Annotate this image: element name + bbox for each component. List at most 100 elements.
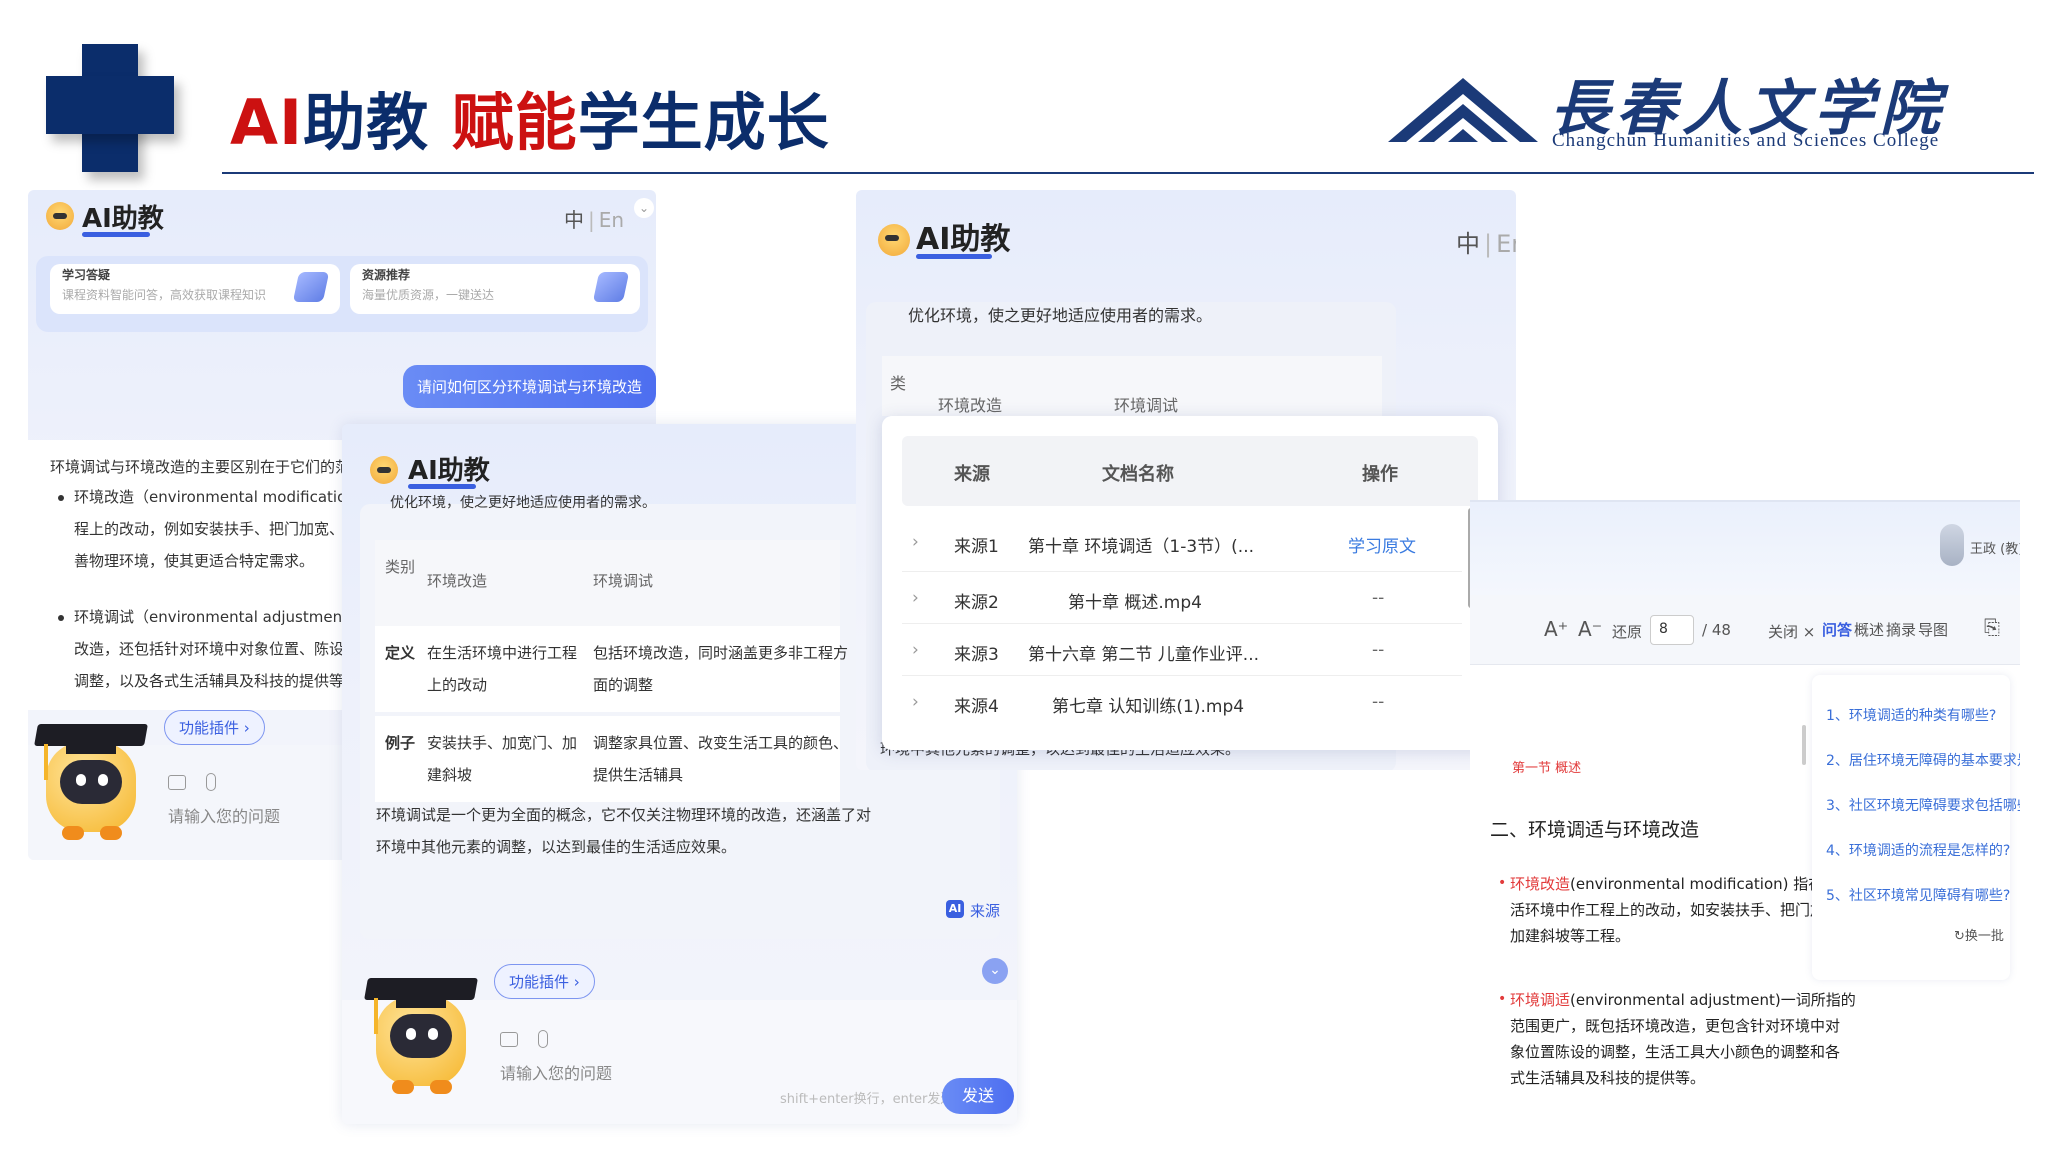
reader-toolbar: A⁺ A⁻ 还原 8 / 48 关闭 × 问答 概述 摘录 导图 ⎘ xyxy=(1470,595,2020,665)
table-row: 定义 在生活环境中进行工程 上的改动 包括环境改造，同时涵盖更多非工程方 面的调… xyxy=(375,626,848,712)
doc-line: 环境调适(environmental adjustment)一词所指的 xyxy=(1510,989,1856,1010)
page-scrollbar[interactable] xyxy=(1802,725,1806,765)
plugin-button[interactable]: 功能插件 › xyxy=(164,710,265,745)
document-page: 第一节 概述 二、环境调适与环境改造 • 环境改造(environmental … xyxy=(1470,665,1856,1125)
lang-zh[interactable]: 中 xyxy=(564,208,584,232)
doc-line: 环境改造(environmental modification) 指在生 xyxy=(1510,873,1838,894)
table-row-label: 定义 xyxy=(385,644,416,662)
table-header-row: 类别 环境改造 环境调试 xyxy=(375,540,840,626)
table-row[interactable]: › 来源2 第十章 概述.mp4 -- xyxy=(902,572,1462,624)
table-row: 例子 安装扶手、加宽门、加 建斜坡 调整家具位置、改变生活工具的颜色、 提供生活… xyxy=(375,716,848,802)
feature-card-title: 学习答疑 xyxy=(62,268,111,282)
study-original-link[interactable]: 学习原文 xyxy=(1348,532,1416,557)
tab-mindmap[interactable]: 导图 xyxy=(1918,619,1948,640)
feature-card-qa[interactable]: 学习答疑 课程资料智能问答，高效获取课程知识 xyxy=(50,264,340,314)
clipboard-icon[interactable]: ⎘ xyxy=(1984,615,2000,639)
table-row[interactable]: › 来源4 第七章 认知训练(1).mp4 -- xyxy=(902,676,1462,728)
books-icon xyxy=(592,272,630,302)
doc-line: 式生活辅具及科技的提供等。 xyxy=(1510,1069,1706,1087)
plugin-button[interactable]: 功能插件 › xyxy=(494,964,595,999)
source-cell: 来源3 xyxy=(954,645,999,665)
doc-term: 环境调适 xyxy=(1510,991,1571,1009)
tab-excerpt[interactable]: 摘录 xyxy=(1886,619,1916,640)
source-icon[interactable]: AI xyxy=(946,900,964,918)
input-placeholder[interactable]: 请输入您的问题 xyxy=(500,1060,612,1084)
close-button[interactable]: 关闭 × xyxy=(1768,621,1815,642)
mic-icon[interactable] xyxy=(206,773,216,791)
table-header-cell: 环境调试 xyxy=(593,572,654,590)
table-row-label: 例子 xyxy=(385,734,416,752)
user-name: 王政 (教) xyxy=(1970,542,2020,557)
lang-zh[interactable]: 中 xyxy=(1456,230,1480,258)
table-cell: 上的改动 xyxy=(427,676,488,694)
tab-qa[interactable]: 问答 xyxy=(1822,619,1852,640)
doc-section-label: 第一节 概述 xyxy=(1512,761,1582,776)
sources-table-header: 来源 文档名称 操作 xyxy=(902,436,1478,506)
document-name-cell: 第十章 概述.mp4 xyxy=(1068,593,1202,613)
image-icon[interactable] xyxy=(500,1032,518,1047)
scroll-down-icon[interactable]: ⌄ xyxy=(982,958,1008,984)
language-switch[interactable]: 中|En xyxy=(564,204,624,233)
lang-en[interactable]: En xyxy=(599,208,624,232)
language-switch[interactable]: 中|En xyxy=(1456,224,1516,259)
mascot-icon xyxy=(370,456,398,484)
table-row[interactable]: › 来源1 第十章 环境调适（1-3节）(... 学习原文 xyxy=(902,516,1462,572)
suggested-question[interactable]: 2、居住环境无障碍的基本要求是什么? xyxy=(1826,750,2020,770)
doc-term: 环境改造 xyxy=(1510,875,1571,893)
font-decrease-icon[interactable]: A⁻ xyxy=(1578,617,1602,641)
bullet: • xyxy=(1498,875,1507,891)
tab-overview[interactable]: 概述 xyxy=(1854,619,1884,640)
input-placeholder[interactable]: 请输入您的问题 xyxy=(168,803,280,827)
suggested-question[interactable]: 1、环境调适的种类有哪些? xyxy=(1826,705,1996,725)
bullet xyxy=(58,495,64,501)
table-header-cell: 环境改造 xyxy=(427,572,488,590)
table-header-cell: 类 xyxy=(890,374,907,393)
font-increase-icon[interactable]: A⁺ xyxy=(1544,617,1568,641)
feature-card-resources[interactable]: 资源推荐 海量优质资源，一键送达 xyxy=(350,264,640,314)
doc-line-text: (environmental modification) 指在生 xyxy=(1570,875,1839,893)
answer-text: 优化环境，使之更好地适应使用者的需求。 xyxy=(390,495,656,511)
suggested-questions-panel: 1、环境调适的种类有哪些? 2、居住环境无障碍的基本要求是什么? 3、社区环境无… xyxy=(1812,675,2020,980)
avatar[interactable] xyxy=(1940,524,1964,566)
app-title: AI助教 xyxy=(82,204,164,234)
slide-title: AI助教 赋能学生成长 xyxy=(230,86,830,159)
source-cell: 来源1 xyxy=(954,537,999,557)
source-cell: 来源2 xyxy=(954,593,999,613)
lang-en[interactable]: En xyxy=(1496,230,1516,258)
suggested-question[interactable]: 4、环境调适的流程是怎样的? xyxy=(1826,840,2010,860)
grad-cap-tassel xyxy=(44,744,48,780)
image-icon[interactable] xyxy=(168,775,186,790)
table-row[interactable]: › 来源3 第十六章 第二节 儿童作业评... -- xyxy=(902,624,1462,676)
suggested-question[interactable]: 3、社区环境无障碍要求包括哪些? xyxy=(1826,795,2020,815)
logo-cross-bar xyxy=(46,76,174,134)
doc-line: 活环境中作工程上的改动，如安装扶手、把门加宽、 xyxy=(1510,901,1856,919)
reader-topbar: 王政 (教) xyxy=(1470,500,2020,595)
robot-foot xyxy=(100,826,122,840)
table-cell: 安装扶手、加宽门、加 xyxy=(427,734,578,752)
source-link[interactable]: 来源 xyxy=(970,900,1000,921)
expand-chevron-icon[interactable]: › xyxy=(912,640,919,660)
answer-line: 善物理环境，使其更适合特定需求。 xyxy=(74,552,315,570)
sources-popup: 来源 文档名称 操作 › 来源1 第十章 环境调适（1-3节）(... 学习原文… xyxy=(882,416,1498,750)
page-number-input[interactable]: 8 xyxy=(1650,615,1694,645)
collapse-icon[interactable]: ⌄ xyxy=(634,198,654,218)
refresh-button[interactable]: ↻换一批 xyxy=(1954,925,2004,944)
robot-eye xyxy=(428,1028,438,1040)
suggested-question[interactable]: 5、社区环境常见障碍有哪些? xyxy=(1826,885,2010,905)
action-cell: -- xyxy=(1372,692,1385,712)
user-question-bubble: 请问如何区分环境调试与环境改造 xyxy=(402,365,656,408)
robot-foot xyxy=(392,1080,414,1094)
header-divider xyxy=(222,172,2034,174)
refresh-label: 换一批 xyxy=(1964,929,2004,944)
table-header-cell: 来源 xyxy=(954,464,990,485)
reset-button[interactable]: 还原 xyxy=(1612,621,1642,642)
doc-line: 加建斜坡等工程。 xyxy=(1510,927,1631,945)
expand-chevron-icon[interactable]: › xyxy=(912,692,919,712)
send-button[interactable]: 发送 xyxy=(942,1078,1014,1114)
grad-cap-base xyxy=(396,992,446,1008)
doc-line: 范围更广，既包括环境改造，更包含针对环境中对 xyxy=(1510,1017,1841,1035)
robot-mascot-icon xyxy=(34,708,148,848)
expand-chevron-icon[interactable]: › xyxy=(912,588,919,608)
mic-icon[interactable] xyxy=(538,1030,548,1048)
expand-chevron-icon[interactable]: › xyxy=(912,532,919,552)
